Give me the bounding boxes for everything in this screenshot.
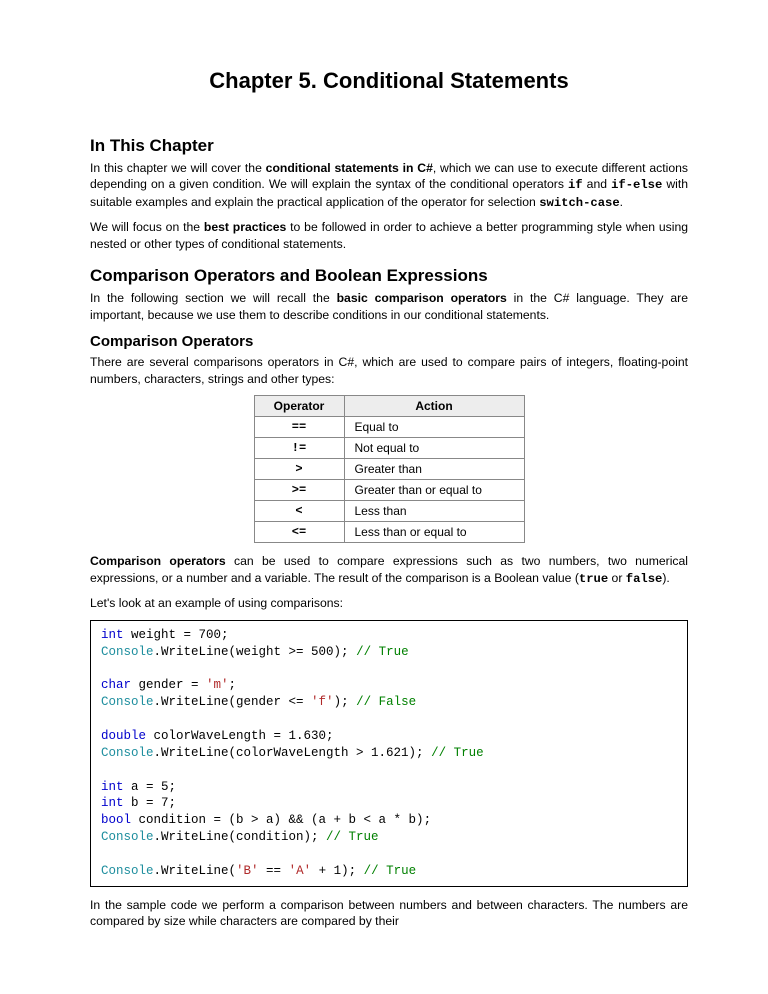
table-row: ==Equal to [254,417,524,438]
text: In this chapter we will cover the [90,161,266,175]
table-row: >Greater than [254,459,524,480]
text: or [608,571,626,585]
code-class: Console [101,695,154,709]
paragraph: In this chapter we will cover the condit… [90,160,688,211]
code-class: Console [101,746,154,760]
table-cell: Greater than or equal to [344,480,524,501]
text-bold: conditional statements in C# [266,161,433,175]
table-cell: Not equal to [344,438,524,459]
code-block: int weight = 700; Console.WriteLine(weig… [90,620,688,887]
table-row: <Less than [254,501,524,522]
table-header: Operator [254,396,344,417]
code-text: b = 7; [124,796,177,810]
table-header: Action [344,396,524,417]
code-keyword: double [101,729,146,743]
code-text: weight = 700; [124,628,229,642]
paragraph: We will focus on the best practices to b… [90,219,688,252]
code-comment: // True [326,830,379,844]
text-bold: basic comparison operators [337,291,507,305]
code-text: .WriteLine(gender <= [154,695,312,709]
code-comment: // True [431,746,484,760]
text-bold: best practices [204,220,286,234]
code-keyword: char [101,678,131,692]
table-cell: Equal to [344,417,524,438]
code-inline: if [568,178,583,192]
chapter-title: Chapter 5. Conditional Statements [90,68,688,94]
code-text: + 1); [311,864,364,878]
code-keyword: bool [101,813,131,827]
code-keyword: int [101,796,124,810]
code-text: .WriteLine(colorWaveLength > 1.621); [154,746,432,760]
paragraph: There are several comparisons operators … [90,354,688,387]
code-class: Console [101,645,154,659]
code-keyword: int [101,780,124,794]
code-text: condition = (b > a) && (a + b < a * b); [131,813,431,827]
table-row: !=Not equal to [254,438,524,459]
paragraph: In the following section we will recall … [90,290,688,323]
text: ). [662,571,669,585]
paragraph: Comparison operators can be used to comp… [90,553,688,587]
code-text: colorWaveLength = 1.630; [146,729,334,743]
code-inline: false [626,572,663,586]
code-inline: true [579,572,608,586]
code-inline: switch-case [539,196,619,210]
code-class: Console [101,864,154,878]
text: and [583,177,611,191]
text-bold: Comparison operators [90,554,226,568]
code-string: 'A' [289,864,312,878]
section-heading-comparison-operators: Comparison Operators [90,333,688,350]
text: In the following section we will recall … [90,291,337,305]
code-text: == [259,864,289,878]
code-text: a = 5; [124,780,177,794]
code-string: 'B' [236,864,259,878]
table-cell: Greater than [344,459,524,480]
table-cell: != [254,438,344,459]
code-text: ); [334,695,357,709]
code-text: gender = [131,678,206,692]
text: . [620,195,623,209]
paragraph: Let's look at an example of using compar… [90,595,688,611]
code-inline: if-else [611,178,662,192]
table-row: <=Less than or equal to [254,522,524,543]
code-text: .WriteLine(weight >= 500); [154,645,357,659]
code-class: Console [101,830,154,844]
text: We will focus on the [90,220,204,234]
table-cell: Less than or equal to [344,522,524,543]
table-cell: == [254,417,344,438]
section-heading-comparison-expressions: Comparison Operators and Boolean Express… [90,266,688,286]
code-comment: // True [364,864,417,878]
code-keyword: int [101,628,124,642]
code-string: 'f' [311,695,334,709]
code-text: .WriteLine( [154,864,237,878]
code-text: ; [229,678,237,692]
table-cell: Less than [344,501,524,522]
operators-table: Operator Action ==Equal to !=Not equal t… [254,395,525,543]
table-cell: > [254,459,344,480]
table-cell: >= [254,480,344,501]
table-cell: <= [254,522,344,543]
code-comment: // True [356,645,409,659]
table-cell: < [254,501,344,522]
table-header-row: Operator Action [254,396,524,417]
code-string: 'm' [206,678,229,692]
paragraph: In the sample code we perform a comparis… [90,897,688,930]
code-comment: // False [356,695,416,709]
table-row: >=Greater than or equal to [254,480,524,501]
code-text: .WriteLine(condition); [154,830,327,844]
section-heading-in-this-chapter: In This Chapter [90,136,688,156]
